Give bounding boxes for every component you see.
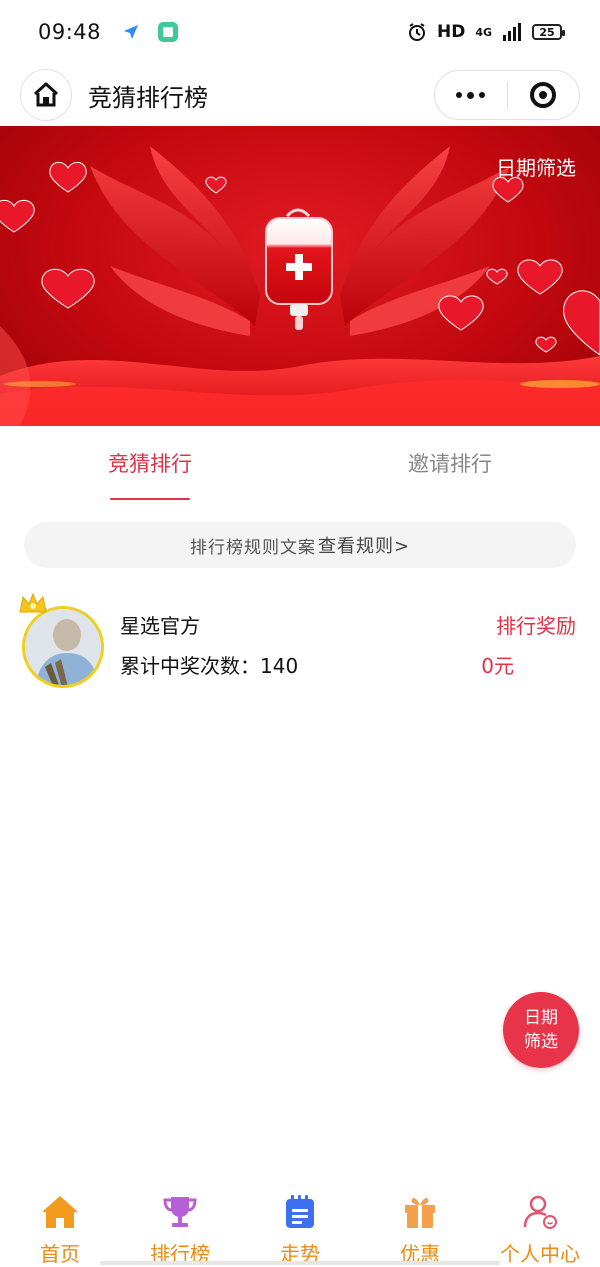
gift-icon bbox=[400, 1192, 440, 1232]
reward-label: 排行奖励 bbox=[496, 614, 576, 638]
alarm-icon bbox=[408, 23, 425, 41]
float-filter-line2: 筛选 bbox=[524, 1032, 558, 1052]
network-type: HD bbox=[436, 22, 466, 42]
tab-guess-ranking[interactable]: 竞猜排行 bbox=[0, 426, 300, 500]
tab-label: 邀请排行 bbox=[408, 452, 492, 476]
nav-item-home[interactable]: 首页 bbox=[0, 1186, 120, 1267]
location-arrow-icon bbox=[124, 25, 139, 39]
bottom-nav: 首页 排行榜 走势 优惠 个人中心 bbox=[0, 1186, 600, 1267]
date-filter-button[interactable]: 日期筛选 bbox=[496, 152, 576, 181]
more-options-button[interactable] bbox=[435, 91, 507, 99]
page-title: 竞猜排行榜 bbox=[88, 83, 208, 112]
mini-program-capsule bbox=[434, 70, 580, 120]
floating-date-filter-button[interactable]: 日期 筛选 bbox=[503, 992, 579, 1068]
tab-label: 竞猜排行 bbox=[108, 452, 192, 476]
rules-bar[interactable]: 排行榜规则文案 查看规则> bbox=[24, 522, 576, 568]
banner: 日期筛选 bbox=[0, 126, 600, 426]
user-name: 星选官方 bbox=[120, 614, 200, 638]
user-icon bbox=[520, 1192, 560, 1232]
crown-icon bbox=[19, 592, 47, 613]
home-indicator bbox=[100, 1261, 500, 1265]
status-time: 09:48 bbox=[38, 20, 102, 44]
title-bar: 竞猜排行榜 bbox=[0, 64, 600, 126]
trophy-icon bbox=[160, 1192, 200, 1232]
nav-label: 首页 bbox=[40, 1242, 80, 1266]
status-bar: 09:48 HD 4G 25 bbox=[0, 0, 600, 64]
close-mini-program-button[interactable] bbox=[508, 82, 580, 108]
ranking-tabs: 竞猜排行 邀请排行 bbox=[0, 426, 600, 500]
reward-value: 0元 bbox=[481, 654, 514, 678]
status-notification-icons bbox=[123, 21, 179, 43]
avatar-wrap bbox=[19, 592, 104, 688]
view-rules-link[interactable]: 查看规则> bbox=[318, 532, 410, 558]
home-icon bbox=[40, 1192, 80, 1232]
nav-item-trend[interactable]: 走势 bbox=[240, 1186, 360, 1267]
signal-label: 4G bbox=[475, 25, 492, 39]
float-filter-line1: 日期 bbox=[524, 1008, 558, 1028]
win-count: 累计中奖次数：140 bbox=[120, 654, 299, 678]
avatar bbox=[22, 606, 104, 688]
avatar-photo bbox=[25, 609, 101, 685]
list-item[interactable]: 星选官方 累计中奖次数：140 排行奖励 0元 bbox=[0, 592, 600, 696]
tab-active-indicator bbox=[110, 498, 190, 500]
tab-invite-ranking[interactable]: 邀请排行 bbox=[300, 426, 600, 500]
nav-item-profile[interactable]: 个人中心 bbox=[480, 1186, 600, 1267]
app-notification-icon bbox=[158, 22, 179, 42]
notepad-icon bbox=[280, 1192, 320, 1232]
home-icon bbox=[33, 82, 59, 107]
battery-icon: 25 bbox=[532, 24, 565, 40]
nav-item-ranking[interactable]: 排行榜 bbox=[120, 1186, 240, 1267]
rules-text: 排行榜规则文案 bbox=[189, 537, 316, 558]
nav-item-offers[interactable]: 优惠 bbox=[360, 1186, 480, 1267]
home-button[interactable] bbox=[20, 69, 72, 121]
nav-label: 个人中心 bbox=[500, 1242, 580, 1266]
status-right: HD 4G 25 bbox=[407, 22, 565, 42]
target-icon bbox=[530, 82, 557, 108]
signal-icon bbox=[503, 23, 521, 41]
